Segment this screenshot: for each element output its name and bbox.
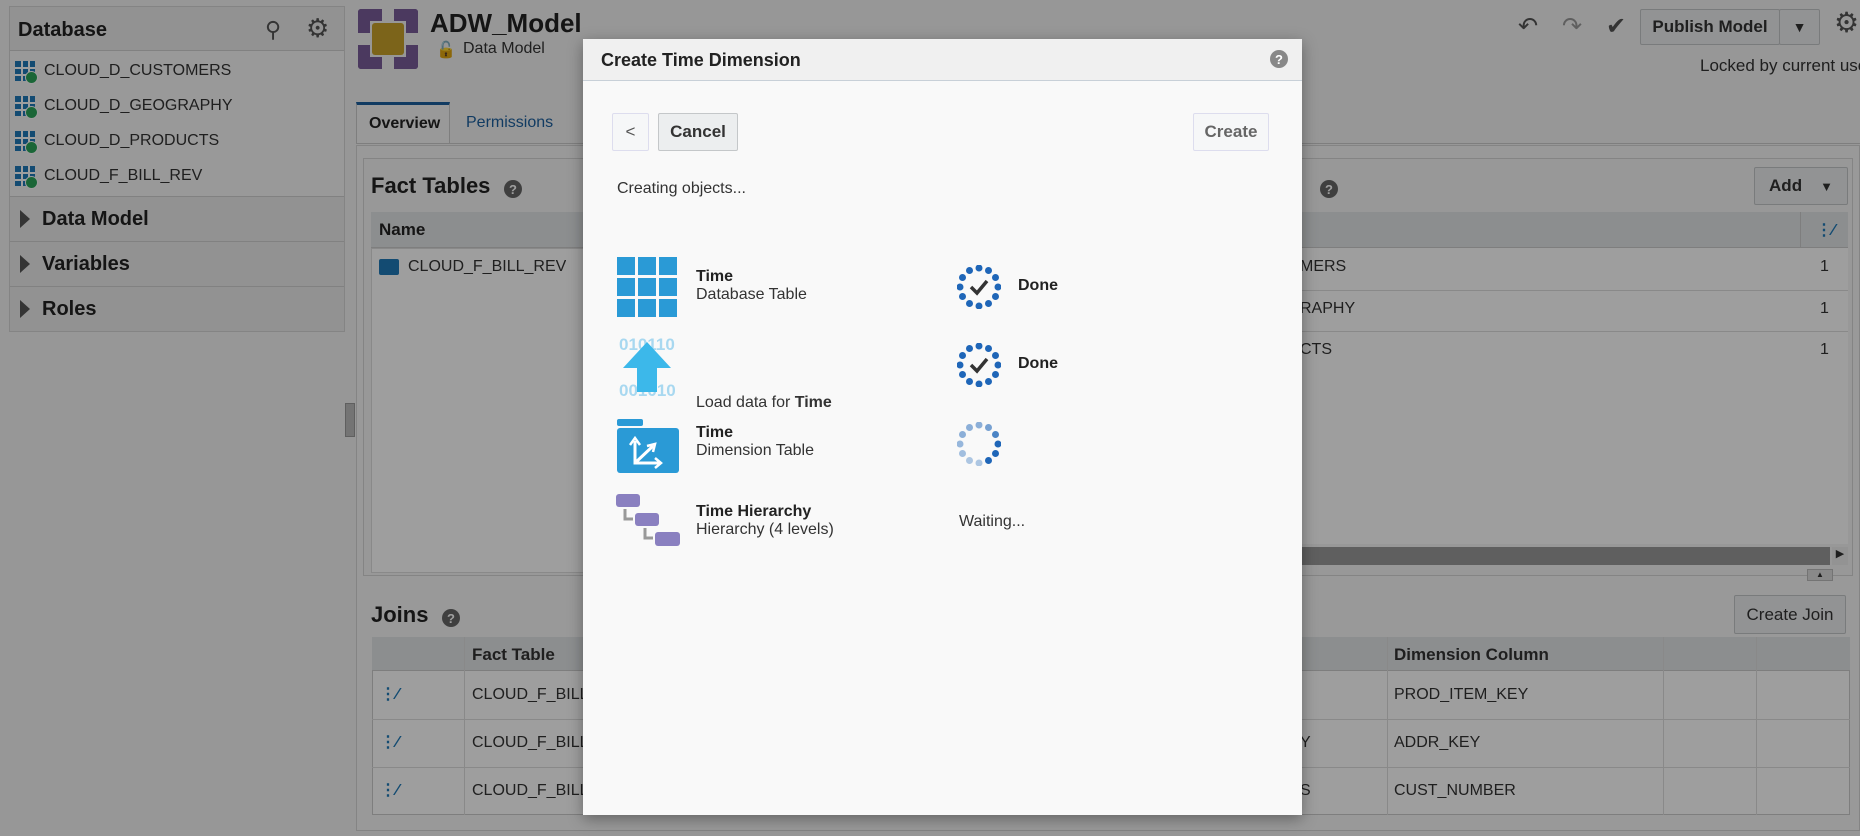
item-state: Waiting... [959,513,1026,530]
back-button[interactable]: < [612,113,649,151]
item-text: Load data for Time [696,394,832,412]
load-data-icon: 010110001010 [619,335,676,398]
create-time-dimension-dialog: Create Time Dimension ? < Cancel Create … [583,39,1302,815]
item-title: Time [696,424,734,441]
cancel-button[interactable]: Cancel [658,113,738,151]
hierarchy-icon [616,494,680,546]
database-table-icon [617,257,677,317]
done-spinner-icon [957,265,1001,309]
item-text: Time Dimension Table [696,424,814,460]
item-subtitle: Dimension Table [696,442,814,459]
dialog-title: Create Time Dimension [601,50,801,70]
done-spinner-icon [957,343,1001,387]
status-text: Creating objects... [617,180,746,197]
help-icon[interactable]: ? [1270,50,1288,68]
item-state: Done [1018,355,1058,372]
item-state: Done [1018,277,1058,294]
item-text: Time Database Table [696,268,807,304]
item-prefix: Load data for [696,394,795,411]
create-button[interactable]: Create [1193,113,1269,151]
dimension-table-icon [617,419,679,473]
item-title: Time [794,394,832,411]
item-title: Time [696,268,734,285]
item-subtitle: Hierarchy (4 levels) [696,521,834,538]
loading-spinner-icon [957,422,1001,466]
item-title: Time Hierarchy [696,503,812,520]
item-subtitle: Database Table [696,286,807,303]
item-text: Time Hierarchy Hierarchy (4 levels) [696,503,834,539]
